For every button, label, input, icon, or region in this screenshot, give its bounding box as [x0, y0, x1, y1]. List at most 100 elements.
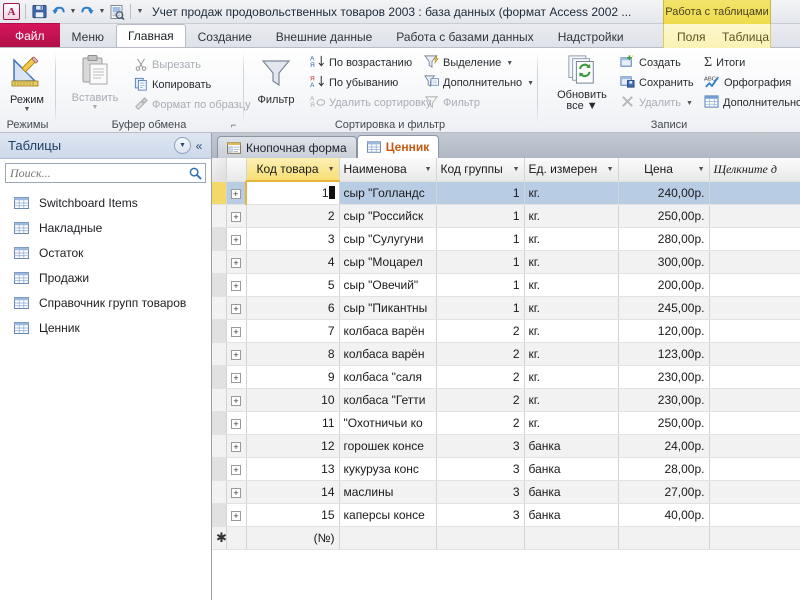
cell-new-click-to-add[interactable]: [709, 526, 800, 550]
cell-click-to-add[interactable]: [709, 503, 800, 527]
cell-code[interactable]: 3: [246, 227, 340, 251]
cell-unit[interactable]: кг.: [524, 365, 619, 389]
cell-click-to-add[interactable]: [709, 457, 800, 481]
cell-price[interactable]: 245,00р.: [618, 296, 710, 320]
record-selector[interactable]: [212, 365, 227, 389]
tab-external-data[interactable]: Внешние данные: [264, 25, 385, 47]
cell-unit[interactable]: банка: [524, 503, 619, 527]
expand-icon[interactable]: +: [231, 418, 241, 429]
table-row[interactable]: + 13 кукуруза конс 3 банка 28,00р.: [212, 457, 800, 481]
column-header-name[interactable]: Наименова ▼: [339, 158, 437, 182]
cell-new-code[interactable]: (№): [246, 526, 340, 550]
record-selector[interactable]: [212, 503, 227, 527]
table-row[interactable]: + 12 горошек консе 3 банка 24,00р.: [212, 434, 800, 458]
cell-unit[interactable]: кг.: [524, 388, 619, 412]
table-row[interactable]: + 1 сыр "Голландс 1 кг. 240,00р.: [212, 180, 800, 205]
cell-click-to-add[interactable]: [709, 388, 800, 412]
nav-item-ostatok[interactable]: Остаток: [0, 240, 211, 265]
expand-icon[interactable]: +: [231, 257, 241, 268]
clipboard-dialog-launcher[interactable]: ⌐: [228, 120, 239, 131]
toggle-filter-button[interactable]: Фильтр: [424, 94, 480, 112]
table-row[interactable]: + 14 маслины 3 банка 27,00р.: [212, 480, 800, 504]
cell-name[interactable]: колбаса варён: [339, 342, 437, 366]
more-records-button[interactable]: Дополнительно: [704, 94, 800, 112]
expand-icon[interactable]: +: [231, 349, 241, 360]
expand-cell[interactable]: +: [226, 388, 247, 412]
cell-click-to-add[interactable]: [709, 181, 800, 205]
refresh-all-button[interactable]: Обновить все ▼: [550, 54, 614, 113]
cell-group[interactable]: 1: [436, 181, 525, 205]
cell-code[interactable]: 4: [246, 250, 340, 274]
expand-cell[interactable]: +: [226, 342, 247, 366]
select-all-corner[interactable]: [212, 158, 227, 182]
expand-icon[interactable]: +: [231, 487, 241, 498]
search-icon[interactable]: [187, 167, 203, 180]
cell-click-to-add[interactable]: [709, 204, 800, 228]
cell-name[interactable]: сыр "Голландс: [339, 181, 437, 205]
cell-group[interactable]: 3: [436, 503, 525, 527]
cell-code[interactable]: 14: [246, 480, 340, 504]
save-icon[interactable]: [31, 3, 48, 20]
expand-icon[interactable]: +: [231, 234, 241, 245]
cell-group[interactable]: 1: [436, 250, 525, 274]
cell-unit[interactable]: кг.: [524, 250, 619, 274]
search-input[interactable]: [8, 165, 187, 181]
record-selector[interactable]: [212, 434, 227, 458]
cut-button[interactable]: Вырезать: [134, 56, 201, 74]
access-logo-icon[interactable]: A: [3, 3, 20, 20]
record-selector[interactable]: [212, 457, 227, 481]
expand-icon[interactable]: +: [231, 211, 241, 222]
cell-click-to-add[interactable]: [709, 434, 800, 458]
tab-menu[interactable]: Меню: [60, 25, 116, 47]
cell-code[interactable]: 5: [246, 273, 340, 297]
chevron-down-icon[interactable]: ▼: [513, 166, 520, 173]
cell-unit[interactable]: кг.: [524, 181, 619, 205]
new-record-button[interactable]: Создать: [620, 54, 681, 72]
tab-addins[interactable]: Надстройки: [546, 25, 636, 47]
view-dropdown-icon[interactable]: ▼: [24, 106, 31, 114]
expand-cell[interactable]: +: [226, 411, 247, 435]
print-preview-icon[interactable]: [108, 3, 125, 20]
cell-click-to-add[interactable]: [709, 411, 800, 435]
cell-price[interactable]: 123,00р.: [618, 342, 710, 366]
delete-dropdown-icon[interactable]: ▼: [686, 100, 693, 107]
cell-unit[interactable]: кг.: [524, 319, 619, 343]
record-selector[interactable]: [212, 296, 227, 320]
chevron-down-icon[interactable]: ▼: [607, 166, 614, 173]
cell-code[interactable]: 1: [245, 180, 340, 205]
cell-click-to-add[interactable]: [709, 365, 800, 389]
nav-item-prodazhi[interactable]: Продажи: [0, 265, 211, 290]
redo-dropdown-icon[interactable]: ▼: [98, 3, 106, 20]
cell-name[interactable]: сыр "Овечий": [339, 273, 437, 297]
cell-name[interactable]: колбаса варён: [339, 319, 437, 343]
expand-cell[interactable]: +: [226, 480, 247, 504]
paste-dropdown-icon[interactable]: ▼: [92, 104, 99, 112]
nav-item-cennik[interactable]: Ценник: [0, 315, 211, 340]
cell-code[interactable]: 11: [246, 411, 340, 435]
table-row[interactable]: + 6 сыр "Пикантны 1 кг. 245,00р.: [212, 296, 800, 320]
tab-create[interactable]: Создание: [186, 25, 264, 47]
table-row[interactable]: + 4 сыр "Моцарел 1 кг. 300,00р.: [212, 250, 800, 274]
record-selector[interactable]: [212, 388, 227, 412]
cell-group[interactable]: 2: [436, 388, 525, 412]
cell-price[interactable]: 200,00р.: [618, 273, 710, 297]
cell-name[interactable]: каперсы консе: [339, 503, 437, 527]
expand-cell[interactable]: +: [226, 181, 247, 205]
table-row[interactable]: + 10 колбаса "Гетти 2 кг. 230,00р.: [212, 388, 800, 412]
cell-price[interactable]: 120,00р.: [618, 319, 710, 343]
expand-cell[interactable]: +: [226, 503, 247, 527]
cell-code[interactable]: 15: [246, 503, 340, 527]
table-row[interactable]: + 2 сыр "Российск 1 кг. 250,00р.: [212, 204, 800, 228]
cell-name[interactable]: колбаса "саля: [339, 365, 437, 389]
table-row[interactable]: + 8 колбаса варён 2 кг. 123,00р.: [212, 342, 800, 366]
record-selector[interactable]: [212, 227, 227, 251]
column-header-click-to-add[interactable]: Щелкните д: [709, 158, 800, 182]
navigation-search[interactable]: [5, 163, 206, 183]
doc-tab-switchboard-form[interactable]: Кнопочная форма: [217, 136, 357, 158]
chevron-down-icon[interactable]: ▼: [425, 166, 432, 173]
table-row[interactable]: + 3 сыр "Сулугуни 1 кг. 280,00р.: [212, 227, 800, 251]
save-record-button[interactable]: Сохранить: [620, 74, 694, 92]
expand-icon[interactable]: +: [231, 326, 241, 337]
cell-click-to-add[interactable]: [709, 250, 800, 274]
redo-icon[interactable]: [79, 3, 96, 20]
